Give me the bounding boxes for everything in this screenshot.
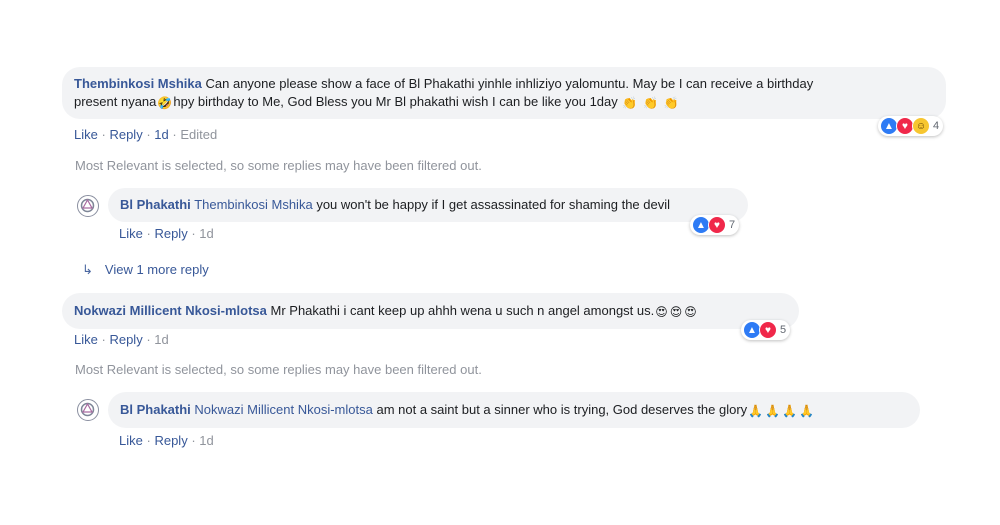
love-reaction-icon: ♥	[759, 321, 777, 339]
praying-hands-emoji-icon: 🙏	[765, 404, 781, 418]
reaction-count: 5	[780, 324, 787, 336]
clap-emoji-icon: 👏	[642, 96, 658, 110]
clap-emoji-icon: 👏	[622, 96, 638, 110]
comment-bubble: Nokwazi Millicent Nkosi-mlotsa Mr Phakat…	[62, 293, 799, 329]
praying-hands-emoji-icon: 🙏	[799, 404, 814, 418]
edited-label[interactable]: Edited	[180, 127, 217, 142]
rofl-emoji-icon: 🤣	[157, 96, 173, 110]
heart-eyes-emoji-icon: 😍	[684, 305, 697, 319]
like-link[interactable]: Like	[74, 127, 98, 142]
reaction-count: 4	[933, 120, 940, 132]
reply-arrow-icon: ↳	[82, 262, 93, 277]
reply-link[interactable]: Reply	[154, 226, 187, 241]
reply-actions: Like · Reply · 1d	[119, 226, 214, 241]
reply-link[interactable]: Reply	[109, 127, 142, 142]
comment-text: Can anyone please show a face of Bl Phak…	[205, 76, 814, 91]
comment-author[interactable]: Nokwazi Millicent Nkosi-mlotsa	[74, 303, 267, 318]
filter-notice: Most Relevant is selected, so some repli…	[75, 158, 482, 173]
heart-eyes-emoji-icon: 😍	[655, 305, 668, 319]
reply-bubble: Bl Phakathi Nokwazi Millicent Nkosi-mlot…	[108, 392, 920, 428]
like-link[interactable]: Like	[74, 332, 98, 347]
haha-reaction-icon: ☺	[912, 117, 930, 135]
view-more-replies[interactable]: ↳ View 1 more reply	[82, 262, 209, 278]
comment-text: hpy birthday to Me, God Bless you Mr Bl …	[173, 94, 618, 109]
praying-hands-emoji-icon: 🙏	[782, 404, 798, 418]
reply-author[interactable]: Bl Phakathi	[120, 402, 191, 417]
comment-text: present nyana	[74, 94, 157, 109]
reply-bubble: Bl Phakathi Thembinkosi Mshika you won't…	[108, 188, 748, 222]
avatar[interactable]	[77, 399, 99, 421]
comment-text: Mr Phakathi i cant keep up ahhh wena u s…	[270, 303, 655, 318]
reaction-summary[interactable]: ▲ ♥ 7	[690, 215, 740, 235]
clap-emoji-icon: 👏	[663, 96, 679, 110]
reply-text: you won't be happy if I get assassinated…	[316, 197, 671, 212]
mention-link[interactable]: Nokwazi Millicent Nkosi-mlotsa	[194, 402, 372, 417]
reply-actions: Like · Reply · 1d	[119, 433, 214, 448]
reaction-summary[interactable]: ▲ ♥ ☺ 4	[878, 116, 944, 136]
like-link[interactable]: Like	[119, 226, 143, 241]
comment-actions: Like · Reply · 1d	[74, 332, 169, 347]
timestamp[interactable]: 1d	[199, 226, 213, 241]
reply-author[interactable]: Bl Phakathi	[120, 197, 191, 212]
avatar[interactable]	[77, 195, 99, 217]
reaction-count: 7	[729, 219, 736, 231]
reply-link[interactable]: Reply	[154, 433, 187, 448]
filter-notice: Most Relevant is selected, so some repli…	[75, 362, 482, 377]
reply-link[interactable]: Reply	[109, 332, 142, 347]
timestamp[interactable]: 1d	[199, 433, 213, 448]
praying-hands-emoji-icon: 🙏	[748, 404, 764, 418]
comment-actions: Like · Reply · 1d · Edited	[74, 127, 218, 142]
mention-link[interactable]: Thembinkosi Mshika	[194, 197, 313, 212]
like-link[interactable]: Like	[119, 433, 143, 448]
heart-eyes-emoji-icon: 😍	[669, 305, 683, 319]
love-reaction-icon: ♥	[708, 216, 726, 234]
timestamp[interactable]: 1d	[154, 127, 168, 142]
reply-text: am not a saint but a sinner who is tryin…	[376, 402, 748, 417]
timestamp[interactable]: 1d	[154, 332, 168, 347]
view-more-label[interactable]: View 1 more reply	[105, 262, 209, 277]
comment-author[interactable]: Thembinkosi Mshika	[74, 76, 202, 91]
reaction-summary[interactable]: ▲ ♥ 5	[741, 320, 791, 340]
comment-bubble: Thembinkosi Mshika Can anyone please sho…	[62, 67, 946, 119]
